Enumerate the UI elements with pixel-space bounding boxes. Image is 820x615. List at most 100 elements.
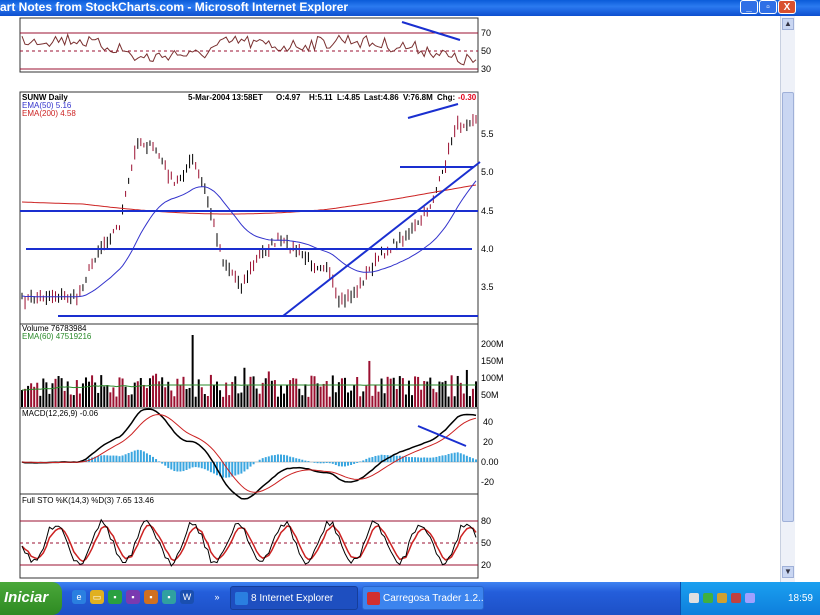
rsi-panel	[19, 17, 479, 73]
volume-bar	[161, 377, 164, 407]
macd-hist-bar	[471, 458, 474, 462]
date-label: 5-Mar-2004 13:58ET	[188, 93, 263, 102]
macd-hist-bar	[432, 457, 435, 462]
volume-bars	[21, 335, 477, 407]
volume-bar	[456, 375, 459, 407]
macd-hist-bar	[191, 462, 194, 468]
macd-tick-minus20: -20	[481, 477, 494, 487]
volume-bar	[334, 392, 337, 407]
tray-volume-icon[interactable]	[745, 593, 755, 603]
volume-bar	[231, 381, 234, 407]
macd-hist-bar	[237, 462, 240, 475]
macd-hist-bar	[279, 454, 282, 462]
app4-quicklaunch-icon[interactable]: ▪	[162, 590, 176, 604]
task-ie-label: 8 Internet Explorer	[251, 593, 334, 604]
macd-tick-40: 40	[483, 417, 493, 427]
scroll-down-icon[interactable]: ▼	[782, 566, 794, 578]
macd-hist-bar	[106, 455, 109, 462]
low-label: L:4.85	[337, 93, 361, 102]
macd-hist-bar	[365, 458, 368, 462]
price-tick-4-5: 4.5	[481, 206, 494, 216]
volume-bar	[429, 377, 432, 407]
volume-bar	[103, 386, 106, 407]
volume-bar	[63, 390, 66, 407]
tray-antivirus-icon[interactable]	[731, 593, 741, 603]
volume-bar	[243, 367, 246, 407]
macd-hist-bar	[188, 462, 191, 469]
volume-bar	[441, 382, 444, 407]
task-internet-explorer[interactable]: 8 Internet Explorer	[230, 586, 358, 610]
macd-line	[21, 408, 477, 500]
volume-bar	[310, 375, 313, 407]
volume-bar	[136, 381, 139, 407]
app2-quicklaunch-icon[interactable]: ▪	[126, 590, 140, 604]
macd-hist-bar	[420, 457, 423, 462]
macd-hist-bar	[331, 462, 334, 464]
macd-hist-bar	[246, 462, 249, 470]
volume-bar	[170, 390, 173, 407]
macd-hist-bar	[118, 456, 121, 462]
macd-hist-bar	[173, 462, 176, 472]
rsi-series	[21, 33, 477, 66]
volume-bar	[78, 393, 81, 407]
price-tick-5-0: 5.0	[481, 167, 494, 177]
start-button[interactable]: Iniciar	[0, 582, 62, 615]
volume-bar	[45, 382, 48, 407]
macd-hist-bar	[289, 456, 292, 462]
macd-hist-bar	[459, 453, 462, 462]
volume-bar	[75, 380, 78, 407]
tray-network-icon[interactable]	[689, 593, 699, 603]
vertical-scrollbar[interactable]: ▲ ▼	[780, 16, 795, 582]
macd-hist-bar	[276, 454, 279, 462]
macd-hist-bar	[176, 462, 179, 472]
macd-hist-bar	[447, 453, 450, 462]
volume-bar	[54, 378, 57, 407]
macd-hist-bar	[158, 461, 161, 462]
volume-bar	[356, 377, 359, 407]
macd-hist-bar	[161, 462, 164, 464]
minimize-button[interactable]: _	[740, 0, 758, 14]
macd-hist-bar	[103, 455, 106, 462]
volume-bar	[48, 393, 51, 407]
macd-hist-bar	[261, 458, 264, 462]
macd-hist-bar	[182, 462, 185, 472]
scrollbar-thumb[interactable]	[782, 92, 794, 522]
volume-bar	[21, 390, 23, 407]
task-carregosa-trader[interactable]: Carregosa Trader 1.2...	[362, 586, 484, 610]
macd-hist-bar	[194, 462, 197, 468]
volume-bar	[84, 377, 87, 407]
word-quicklaunch-icon[interactable]: W	[180, 590, 194, 604]
sto-tick-50: 50	[481, 538, 491, 548]
change-label: Chg:	[437, 93, 455, 102]
macd-hist-bar	[206, 462, 209, 471]
macd-hist-bar	[267, 456, 270, 462]
app3-quicklaunch-icon[interactable]: ▪	[144, 590, 158, 604]
volume-bar	[57, 376, 60, 407]
restore-button[interactable]: ▫	[759, 0, 777, 14]
volume-bar	[386, 376, 389, 407]
ie-quicklaunch-icon[interactable]: e	[72, 590, 86, 604]
macd-hist-bar	[340, 462, 343, 467]
volume-bar	[295, 378, 298, 407]
volume-bar	[118, 377, 121, 407]
app-quicklaunch-icon[interactable]: ▪	[108, 590, 122, 604]
macd-hist-bar	[356, 462, 359, 463]
close-button[interactable]: X	[778, 0, 796, 14]
macd-hist-bar	[203, 462, 206, 470]
tray-security-icon[interactable]	[703, 593, 713, 603]
macd-hist-bar	[371, 457, 374, 462]
macd-hist-bar	[273, 455, 276, 462]
macd-hist-bar	[185, 462, 188, 470]
volume-bar	[240, 392, 243, 407]
volume-bar	[145, 388, 148, 407]
quicklaunch-expand-icon[interactable]: »	[210, 590, 224, 604]
price-tick-5-5: 5.5	[481, 129, 494, 139]
volume-bar	[27, 385, 30, 407]
macd-hist-bar	[374, 455, 377, 462]
volume-bar	[219, 390, 222, 407]
volume-ema-line	[22, 384, 476, 391]
scroll-up-icon[interactable]: ▲	[782, 18, 794, 30]
folder-quicklaunch-icon[interactable]: ▭	[90, 590, 104, 604]
macd-hist-bar	[121, 455, 124, 462]
tray-app-icon[interactable]	[717, 593, 727, 603]
